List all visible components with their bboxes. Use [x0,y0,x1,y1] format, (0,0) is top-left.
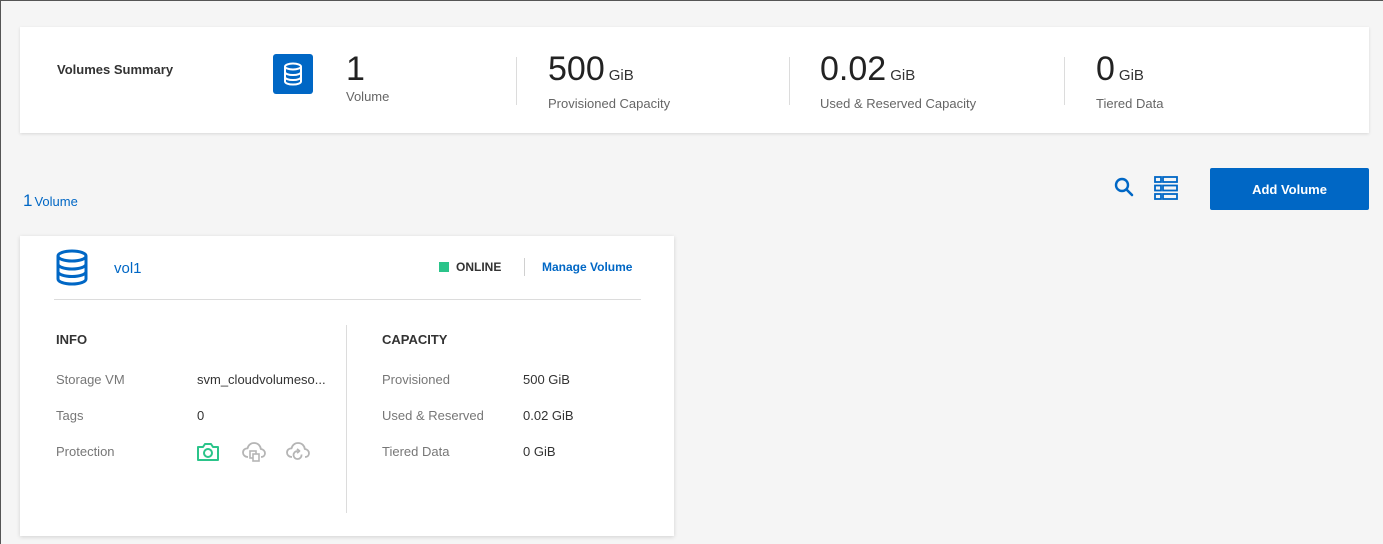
list-view-icon[interactable] [1153,175,1179,201]
stat-used-unit: GiB [890,67,916,84]
capacity-section-title: CAPACITY [382,332,448,347]
volume-count: 1 [23,191,33,210]
stat-used-label: Used & Reserved Capacity [820,96,977,111]
stat-tiered-value: 0 [1096,50,1115,88]
storage-vm-value: svm_cloudvolumeso... [197,372,326,387]
stat-used-value: 0.02 [820,50,887,88]
search-icon[interactable] [1113,176,1135,198]
status-separator [524,258,525,276]
summary-divider [789,57,790,105]
stat-used: 0.02 GiB Used & Reserved Capacity [820,49,976,111]
summary-title: Volumes Summary [57,62,174,77]
stat-tiered: 0 GiB Tiered Data [1096,49,1163,111]
used-reserved-label: Used & Reserved [382,408,484,423]
card-column-divider [346,325,347,513]
summary-divider [516,57,517,105]
stat-provisioned-unit: GiB [608,67,634,84]
provisioned-label: Provisioned [382,372,450,387]
manage-volume-link[interactable]: Manage Volume [542,260,632,274]
replication-icon[interactable] [241,439,267,465]
database-icon [273,54,313,94]
tags-label: Tags [56,408,84,423]
stat-volumes-label: Volume [346,89,390,104]
stat-tiered-label: Tiered Data [1096,96,1164,111]
backup-icon[interactable] [285,439,311,465]
summary-divider [1064,57,1065,105]
used-reserved-value: 0.02 GiB [523,408,574,423]
volume-status: ONLINE [456,260,502,274]
online-status-indicator [439,262,449,272]
database-icon [54,249,90,287]
storage-vm-label: Storage VM [56,372,125,387]
stat-provisioned-value: 500 [548,50,605,88]
tags-value: 0 [197,408,205,423]
snapshot-icon[interactable] [195,439,221,465]
add-volume-button[interactable]: Add Volume [1210,168,1369,210]
card-divider [54,299,641,300]
tiered-data-value: 0 GiB [523,444,556,459]
volumes-summary-panel: Volumes Summary 1 Volume 500 GiB Provisio… [20,27,1369,133]
tiered-data-label: Tiered Data [382,444,450,459]
volume-name-link[interactable]: vol1 [114,260,142,277]
info-section-title: INFO [56,332,88,347]
volume-card: vol1 ONLINE Manage Volume INFO Storage V… [20,236,674,536]
protection-label: Protection [56,444,115,459]
stat-volumes: 1 Volume [346,49,389,104]
stat-provisioned-label: Provisioned Capacity [548,96,671,111]
stat-volumes-value: 1 [346,50,365,88]
provisioned-value: 500 GiB [523,372,570,387]
stat-tiered-unit: GiB [1118,67,1144,84]
stat-provisioned: 500 GiB Provisioned Capacity [548,49,670,111]
volume-count-text: Volume [34,194,78,209]
volume-count-label: 1 Volume [23,191,78,211]
